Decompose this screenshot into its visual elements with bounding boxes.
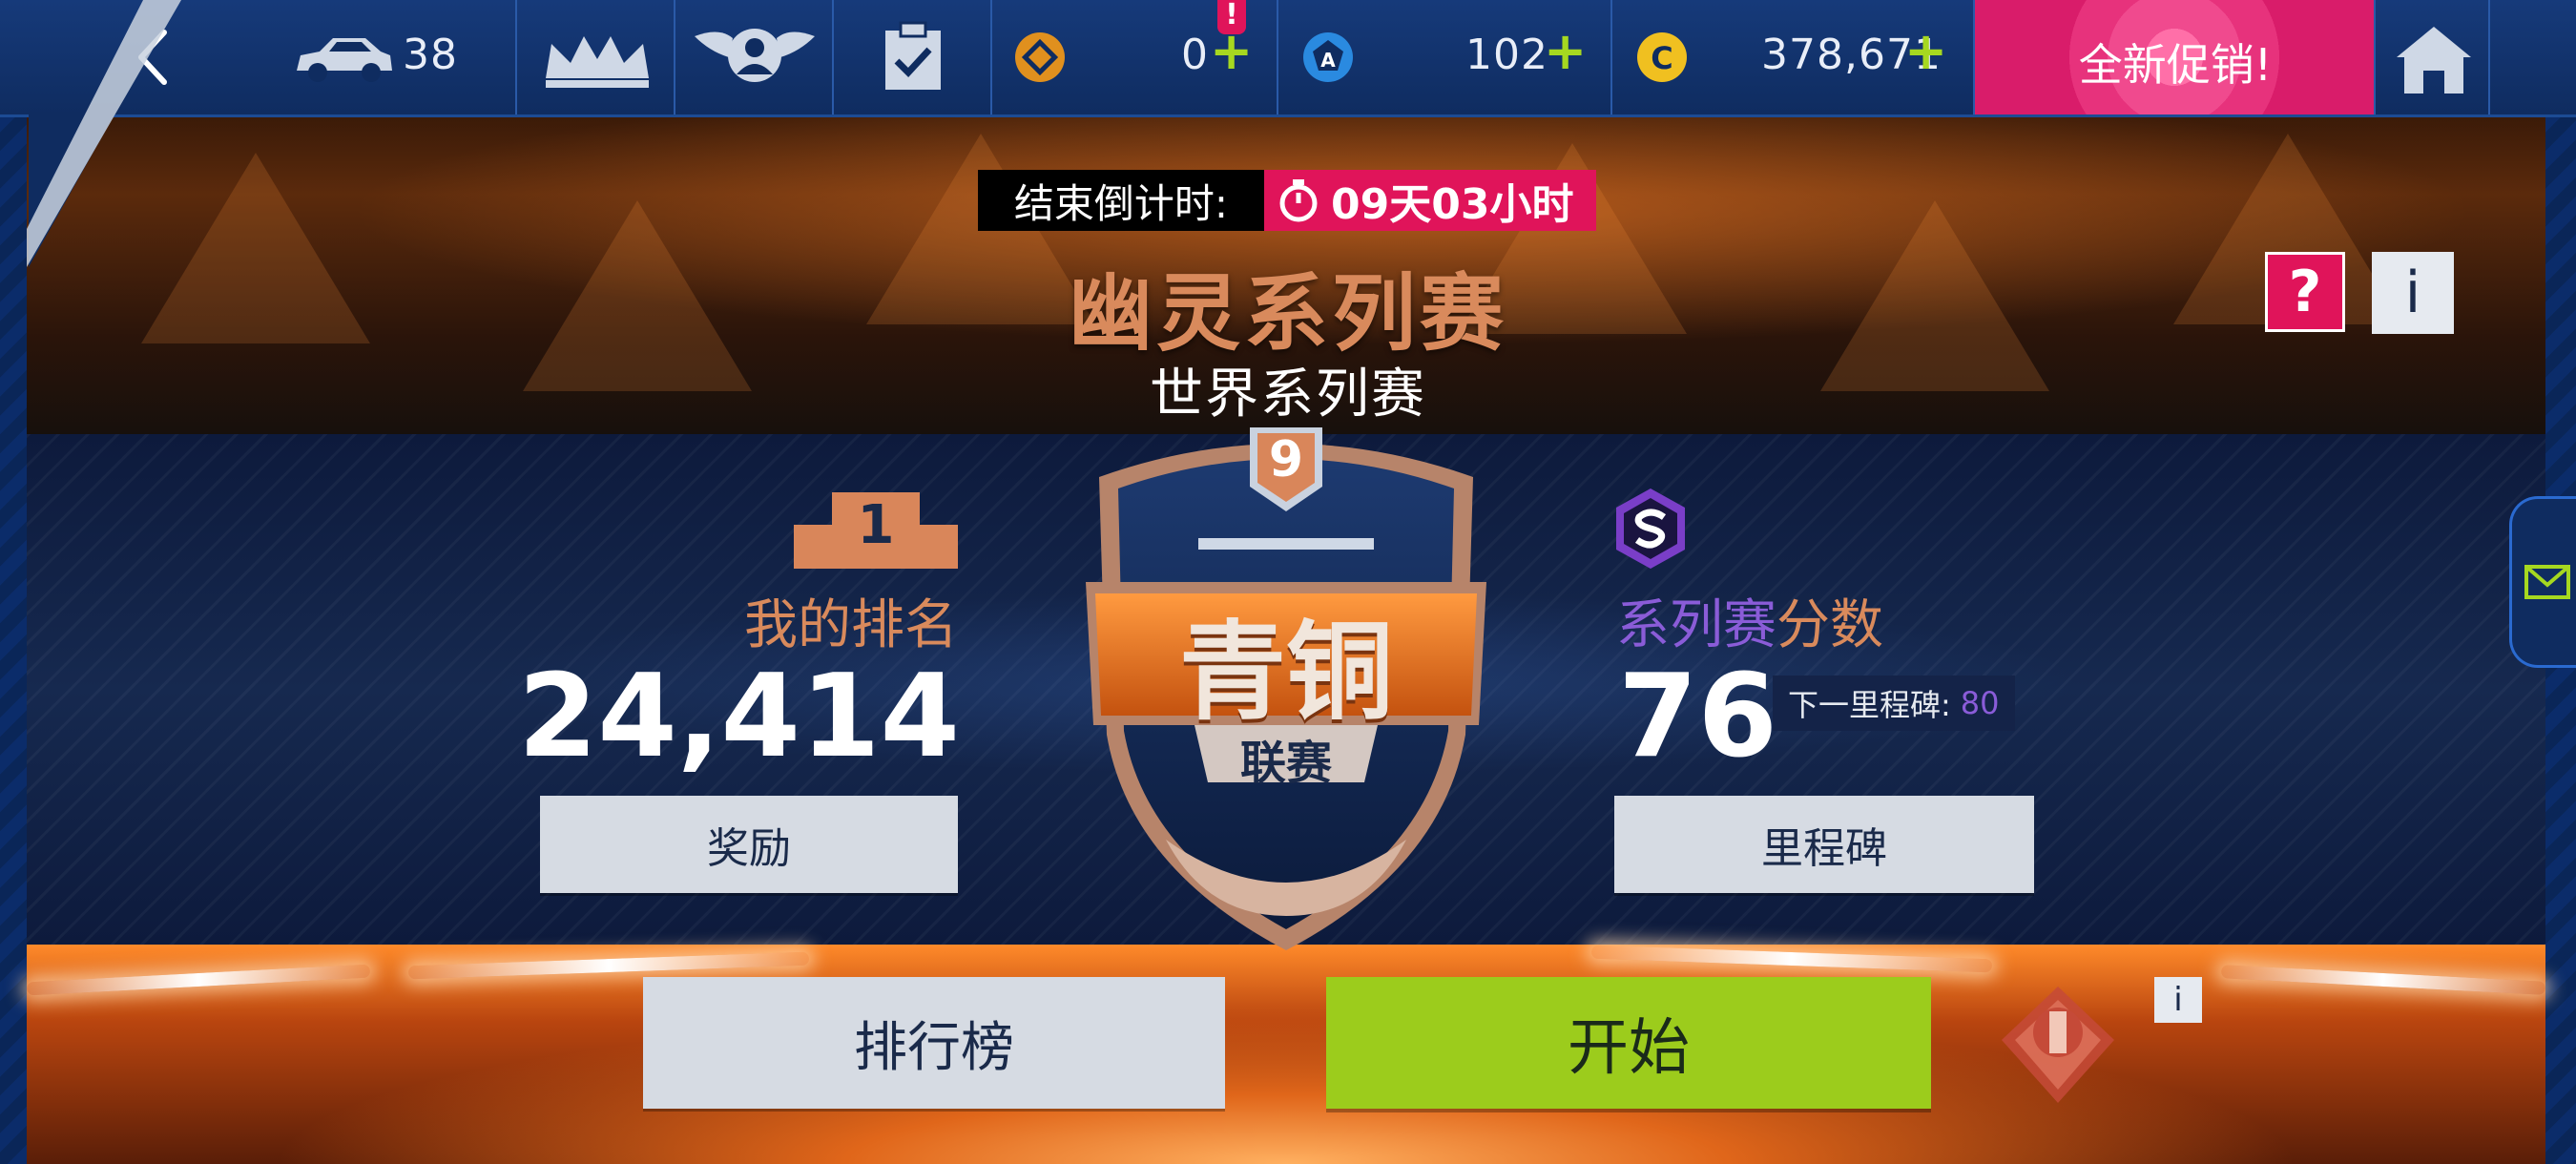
event-title: 幽灵系列赛: [1068, 264, 1507, 363]
top-bar: 38 0 + ! A 102 + C 378,671 + 全新促销!: [0, 0, 2576, 117]
alert-badge: !: [1217, 0, 1246, 34]
profile-button[interactable]: [675, 0, 834, 114]
token-count: 0: [1181, 31, 1209, 79]
home-button[interactable]: [2376, 0, 2490, 114]
car-count: 38: [403, 31, 458, 79]
stopwatch-icon: [1279, 179, 1318, 222]
token-icon: [1015, 32, 1065, 82]
next-milestone: 下一里程碑: 80: [1773, 676, 2015, 731]
help-button[interactable]: ?: [2265, 252, 2345, 332]
mail-tab[interactable]: [2509, 496, 2576, 668]
token-counter[interactable]: 0 + !: [992, 0, 1278, 114]
club-emblem-icon[interactable]: [1996, 983, 2120, 1107]
crown-icon: [546, 36, 649, 88]
tasks-button[interactable]: [834, 0, 992, 114]
rewards-button[interactable]: 奖励: [540, 796, 958, 893]
credits-icon: C: [1637, 32, 1687, 82]
profile-emblem-icon: [695, 29, 815, 82]
leaderboard-button[interactable]: 排行榜: [643, 977, 1225, 1109]
countdown-label: 结束倒计时:: [978, 170, 1264, 231]
series-score-label: 系列赛分数: [1616, 582, 1883, 659]
svg-text:C: C: [1651, 40, 1672, 76]
corner-decoration: [27, 0, 181, 267]
emblem-info-button[interactable]: i: [2154, 977, 2202, 1023]
credits-counter[interactable]: C 378,671 +: [1612, 0, 1975, 114]
podium-number: 1: [857, 494, 895, 556]
countdown-timer: 09天03小时: [1264, 170, 1596, 231]
promo-label: 全新促销!: [2078, 39, 2273, 91]
blueprint-add-button[interactable]: +: [1544, 21, 1587, 81]
milestones-button[interactable]: 里程碑: [1614, 796, 2034, 893]
ranking-label: 我的排名: [744, 594, 958, 656]
blueprint-icon: A: [1303, 32, 1353, 82]
series-label-part1: 系列赛: [1616, 594, 1776, 656]
start-button[interactable]: 开始: [1326, 977, 1931, 1109]
series-label-part2: 分数: [1776, 594, 1883, 656]
svg-text:A: A: [1320, 49, 1336, 72]
mail-icon: [2524, 565, 2570, 599]
next-milestone-label: 下一里程碑:: [1788, 687, 1951, 723]
info-button[interactable]: i: [2372, 252, 2454, 334]
clipboard-check-icon: [885, 21, 941, 90]
home-icon: [2397, 27, 2471, 94]
league-name: 青铜: [1179, 611, 1393, 735]
league-tier-number: 9: [1268, 431, 1304, 488]
next-milestone-value: 80: [1960, 685, 2000, 721]
credits-add-button[interactable]: +: [1904, 21, 1947, 81]
ranking-value: 24,414: [517, 651, 960, 783]
blueprint-count: 102: [1465, 31, 1548, 79]
blueprint-counter[interactable]: A 102 +: [1278, 0, 1612, 114]
countdown-value: 09天03小时: [1331, 180, 1574, 229]
series-score-value: 76: [1618, 651, 1777, 783]
multiplayer-button[interactable]: [517, 0, 675, 114]
league-suffix: 联赛: [1239, 737, 1332, 790]
series-s-icon: [1616, 488, 1685, 569]
event-subtitle: 世界系列赛: [1150, 364, 1426, 426]
promo-button[interactable]: 全新促销!: [1975, 0, 2376, 114]
